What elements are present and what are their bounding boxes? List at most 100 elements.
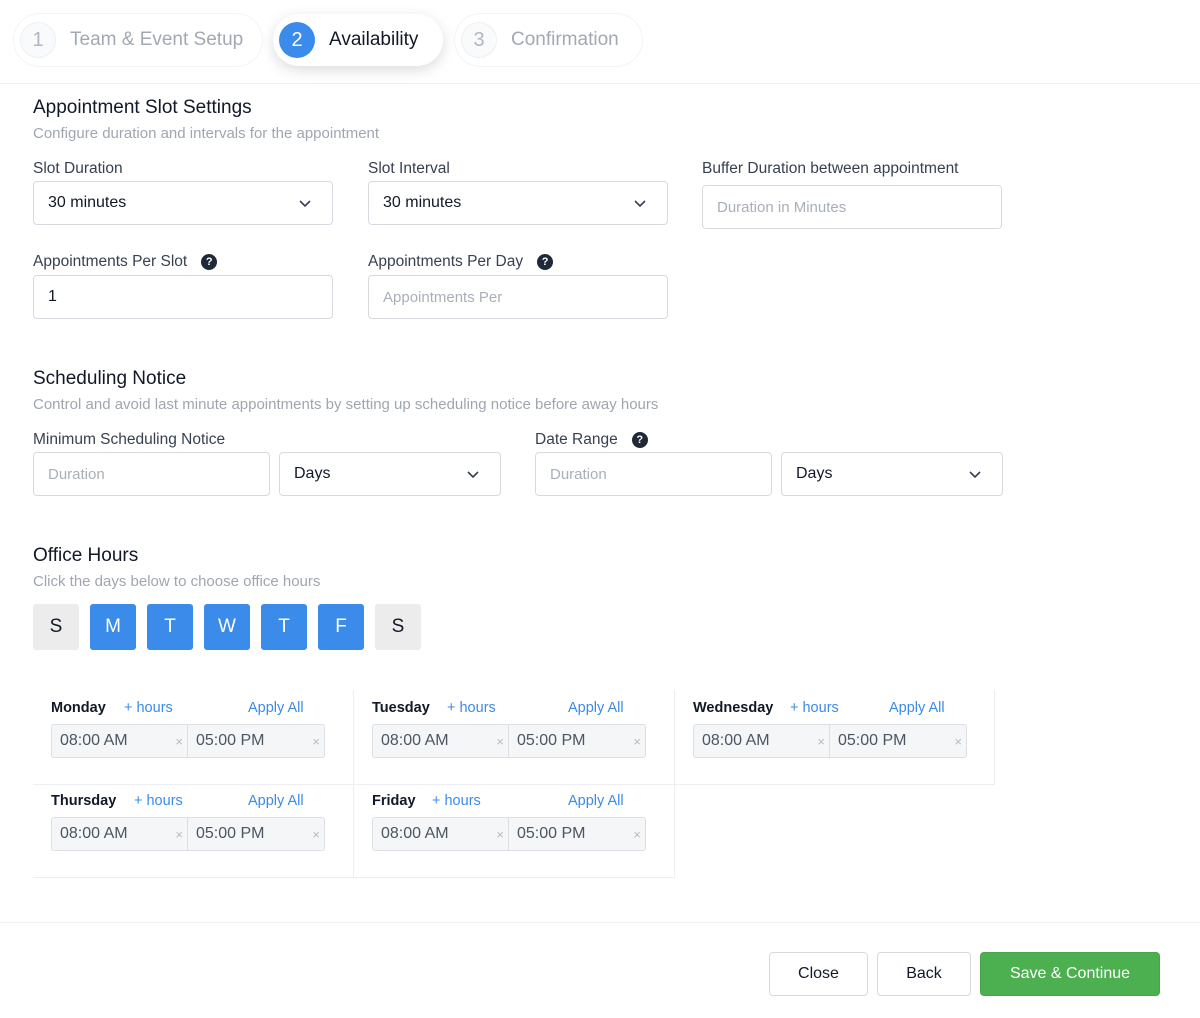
add-hours-link[interactable]: + hours — [447, 700, 496, 716]
step-team-event-setup[interactable]: 1 Team & Event Setup — [14, 14, 262, 66]
wizard-stepper: 1 Team & Event Setup 2 Availability 3 Co… — [0, 0, 1200, 84]
clear-icon[interactable]: × — [312, 734, 320, 749]
chevron-down-icon — [299, 200, 311, 208]
day-name: Tuesday — [372, 700, 430, 716]
start-time-value: 08:00 AM — [702, 732, 770, 749]
help-icon[interactable]: ? — [201, 254, 218, 270]
end-time-field[interactable]: 05:00 PM × — [830, 724, 967, 758]
start-time-value: 08:00 AM — [60, 825, 128, 842]
hours-card-thursday: Thursday + hours Apply All 08:00 AM × 05… — [33, 783, 353, 877]
step-confirmation[interactable]: 3 Confirmation — [455, 14, 642, 66]
date-range-unit-select[interactable]: Days — [781, 452, 1003, 496]
clear-icon[interactable]: × — [633, 827, 641, 842]
step-number: 2 — [279, 22, 315, 58]
end-time-value: 05:00 PM — [517, 825, 586, 842]
hours-card-wednesday: Wednesday + hours Apply All 08:00 AM × 0… — [675, 690, 995, 784]
slot-interval-label: Slot Interval — [368, 160, 450, 177]
apply-all-link[interactable]: Apply All — [568, 793, 624, 809]
day-toggle-tuesday[interactable]: T — [147, 604, 193, 650]
chevron-down-icon — [467, 471, 479, 479]
step-label: Availability — [329, 29, 419, 50]
hours-card-monday: Monday + hours Apply All 08:00 AM × 05:0… — [33, 690, 353, 784]
apply-all-link[interactable]: Apply All — [889, 700, 945, 716]
start-time-field[interactable]: 08:00 AM × — [51, 817, 188, 851]
add-hours-link[interactable]: + hours — [432, 793, 481, 809]
day-name: Monday — [51, 700, 106, 716]
appointments-per-day-label: Appointments Per Day ? — [368, 253, 554, 271]
day-toggle-monday[interactable]: M — [90, 604, 136, 650]
end-time-value: 05:00 PM — [196, 732, 265, 749]
start-time-field[interactable]: 08:00 AM × — [372, 724, 509, 758]
slot-settings-title: Appointment Slot Settings — [33, 97, 252, 118]
start-time-value: 08:00 AM — [60, 732, 128, 749]
chevron-down-icon — [634, 200, 646, 208]
clear-icon[interactable]: × — [954, 734, 962, 749]
day-toggle-friday[interactable]: F — [318, 604, 364, 650]
day-name: Thursday — [51, 793, 117, 809]
min-notice-duration-input[interactable]: Duration — [33, 452, 270, 496]
apply-all-link[interactable]: Apply All — [568, 700, 624, 716]
step-number: 1 — [20, 22, 56, 58]
day-toggle-saturday[interactable]: S — [375, 604, 421, 650]
apply-all-link[interactable]: Apply All — [248, 793, 304, 809]
end-time-value: 05:00 PM — [838, 732, 907, 749]
day-toggle-sunday[interactable]: S — [33, 604, 79, 650]
min-notice-label: Minimum Scheduling Notice — [33, 431, 226, 448]
step-availability[interactable]: 2 Availability — [273, 14, 443, 66]
min-notice-unit-value: Days — [294, 465, 331, 482]
appointments-per-day-label-text: Appointments Per Day — [368, 253, 524, 270]
appointments-per-slot-input[interactable]: 1 — [33, 275, 333, 319]
clear-icon[interactable]: × — [175, 734, 183, 749]
clear-icon[interactable]: × — [817, 734, 825, 749]
apply-all-link[interactable]: Apply All — [248, 700, 304, 716]
buffer-duration-input[interactable]: Duration in Minutes — [702, 185, 1002, 229]
slot-duration-select[interactable]: 30 minutes — [33, 181, 333, 225]
start-time-field[interactable]: 08:00 AM × — [51, 724, 188, 758]
add-hours-link[interactable]: + hours — [790, 700, 839, 716]
step-number: 3 — [461, 22, 497, 58]
appointments-per-day-input[interactable]: Appointments Per — [368, 275, 668, 319]
end-time-value: 05:00 PM — [517, 732, 586, 749]
end-time-field[interactable]: 05:00 PM × — [188, 817, 325, 851]
date-range-unit-value: Days — [796, 465, 833, 482]
min-notice-unit-select[interactable]: Days — [279, 452, 501, 496]
add-hours-link[interactable]: + hours — [134, 793, 183, 809]
slot-interval-select[interactable]: 30 minutes — [368, 181, 668, 225]
footer-divider — [0, 922, 1200, 923]
step-label: Confirmation — [511, 29, 619, 50]
end-time-field[interactable]: 05:00 PM × — [188, 724, 325, 758]
clear-icon[interactable]: × — [175, 827, 183, 842]
hours-card-tuesday: Tuesday + hours Apply All 08:00 AM × 05:… — [354, 690, 674, 784]
end-time-field[interactable]: 05:00 PM × — [509, 724, 646, 758]
save-continue-button[interactable]: Save & Continue — [980, 952, 1160, 996]
start-time-field[interactable]: 08:00 AM × — [372, 817, 509, 851]
date-range-label: Date Range ? — [535, 431, 648, 449]
appointments-per-slot-label: Appointments Per Slot ? — [33, 253, 218, 271]
end-time-field[interactable]: 05:00 PM × — [509, 817, 646, 851]
day-toggle-wednesday[interactable]: W — [204, 604, 250, 650]
office-hours-subtitle: Click the days below to choose office ho… — [33, 573, 321, 590]
office-hours-title: Office Hours — [33, 545, 139, 566]
close-button[interactable]: Close — [769, 952, 868, 996]
scheduling-notice-title: Scheduling Notice — [33, 368, 187, 389]
start-time-field[interactable]: 08:00 AM × — [693, 724, 830, 758]
add-hours-link[interactable]: + hours — [124, 700, 173, 716]
clear-icon[interactable]: × — [312, 827, 320, 842]
slot-settings-subtitle: Configure duration and intervals for the… — [33, 125, 380, 142]
clear-icon[interactable]: × — [633, 734, 641, 749]
back-button[interactable]: Back — [877, 952, 971, 996]
day-toggle-thursday[interactable]: T — [261, 604, 307, 650]
clear-icon[interactable]: × — [496, 827, 504, 842]
day-name: Friday — [372, 793, 416, 809]
start-time-value: 08:00 AM — [381, 825, 449, 842]
help-icon[interactable]: ? — [537, 254, 554, 270]
slot-duration-value: 30 minutes — [48, 194, 127, 211]
date-range-label-text: Date Range — [535, 431, 618, 448]
appointments-per-slot-label-text: Appointments Per Slot — [33, 253, 188, 270]
clear-icon[interactable]: × — [496, 734, 504, 749]
grid-divider — [33, 877, 675, 878]
slot-duration-label: Slot Duration — [33, 160, 123, 177]
date-range-duration-input[interactable]: Duration — [535, 452, 772, 496]
help-icon[interactable]: ? — [631, 432, 648, 448]
hours-card-friday: Friday + hours Apply All 08:00 AM × 05:0… — [354, 783, 674, 877]
